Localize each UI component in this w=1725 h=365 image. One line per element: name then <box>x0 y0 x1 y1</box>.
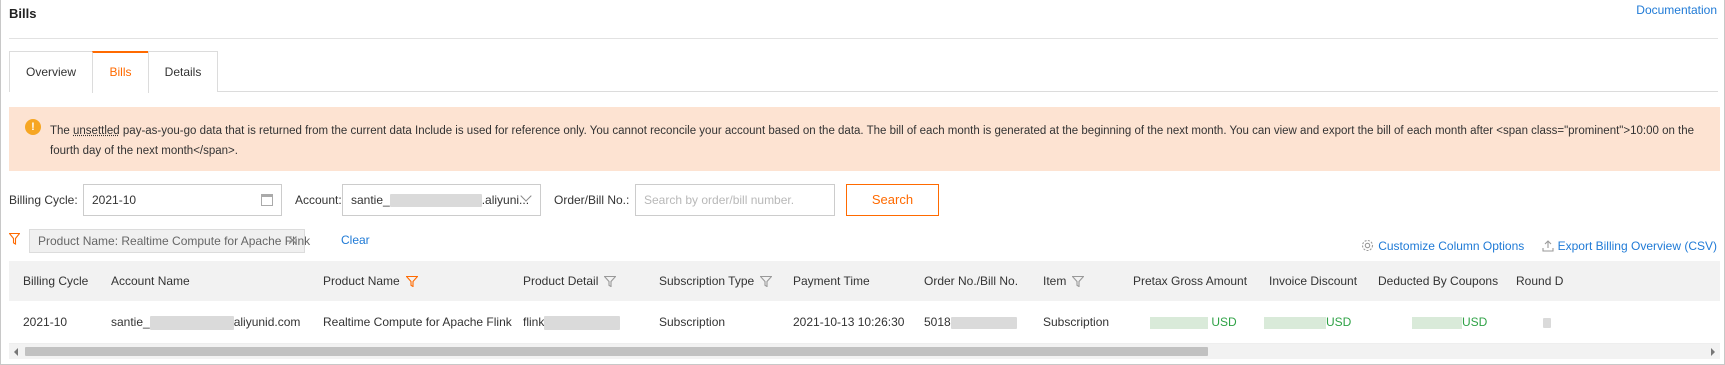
tab-bills[interactable]: Bills <box>92 51 149 93</box>
column-header-pretax-gross-amount: Pretax Gross Amount <box>1133 274 1248 288</box>
column-header-round-down: Round D <box>1516 274 1564 288</box>
notice-banner: ! The unsettled pay-as-you-go data that … <box>9 107 1720 171</box>
billing-cycle-input[interactable]: 2021-10 <box>83 184 282 216</box>
column-header-order-bill-no: Order No./Bill No. <box>924 274 1019 288</box>
search-button[interactable]: Search <box>846 184 939 216</box>
calendar-icon[interactable] <box>261 194 273 206</box>
account-label: Account: <box>295 193 342 207</box>
account-value-prefix: santie_ <box>351 193 390 207</box>
bills-table: Billing Cycle Account Name Product Name … <box>9 261 1720 344</box>
close-icon[interactable]: ✕ <box>287 230 298 252</box>
order-bill-label: Order/Bill No.: <box>554 193 630 207</box>
column-header-billing-cycle: Billing Cycle <box>23 274 89 288</box>
export-billing-overview-label: Export Billing Overview (CSV) <box>1557 239 1717 253</box>
horizontal-scrollbar[interactable] <box>9 344 1720 359</box>
export-icon <box>1542 240 1554 252</box>
notice-text: The unsettled pay-as-you-go data that is… <box>50 121 1704 161</box>
cell-coupon-currency: USD <box>1462 315 1488 329</box>
billing-cycle-value: 2021-10 <box>92 193 137 207</box>
redacted-order-number <box>950 316 1017 329</box>
redacted-amount <box>1412 316 1462 329</box>
customize-column-options-label: Customize Column Options <box>1378 239 1525 253</box>
active-filter-chip: Product Name: Realtime Compute for Apach… <box>29 229 310 253</box>
filter-icon[interactable] <box>1072 276 1085 288</box>
redacted-amount <box>1543 317 1551 328</box>
cell-item: Subscription <box>1043 315 1110 329</box>
redacted-amount <box>1150 316 1208 329</box>
column-header-payment-time: Payment Time <box>793 274 870 288</box>
column-header-product-name[interactable]: Product Name <box>323 261 418 301</box>
cell-subscription-type: Subscription <box>659 315 726 329</box>
tab-details[interactable]: Details <box>148 51 218 92</box>
filter-icon[interactable] <box>760 276 773 288</box>
cell-product-name: Realtime Compute for Apache Flink <box>323 315 512 329</box>
filter-icon[interactable] <box>604 276 617 288</box>
item-header-label: Item <box>1043 274 1067 288</box>
cell-account-prefix: santie_ <box>111 315 150 329</box>
cell-product-detail-prefix: flink <box>523 315 545 329</box>
customize-column-options-button[interactable]: Customize Column Options <box>1361 239 1524 253</box>
documentation-link[interactable]: Documentation <box>1636 3 1717 17</box>
column-header-product-detail[interactable]: Product Detail <box>523 261 617 301</box>
order-bill-search-input[interactable]: Search by order/bill number. <box>635 184 835 216</box>
filter-bar: Billing Cycle: 2021-10 Account: santie_.… <box>9 184 1049 216</box>
column-header-item[interactable]: Item <box>1043 261 1085 301</box>
cell-payment-time: 2021-10-13 10:26:30 <box>793 315 905 329</box>
column-header-account-name: Account Name <box>111 274 190 288</box>
cell-invoice-currency: USD <box>1326 315 1352 329</box>
cell-pretax-gross-amount: USD <box>1150 301 1237 344</box>
active-filter-chip-label: Product Name: Realtime Compute for Apach… <box>38 234 311 248</box>
cell-deducted-by-coupons: USD <box>1412 301 1487 344</box>
cell-order-bill-no[interactable]: 5018 <box>924 301 1017 344</box>
scrollbar-thumb[interactable] <box>25 347 1208 356</box>
column-header-invoice-discount: Invoice Discount <box>1269 274 1358 288</box>
export-billing-overview-button[interactable]: Export Billing Overview (CSV) <box>1542 239 1717 253</box>
cell-account-suffix: aliyunid.com <box>233 315 301 329</box>
redacted-account <box>389 194 482 208</box>
tab-bar: Overview Bills Details <box>9 51 1718 93</box>
table-row: 2021-10 santie_ aliyunid.com Realtime Com… <box>9 301 1720 344</box>
scroll-left-arrow-icon[interactable] <box>9 344 23 359</box>
filter-icon[interactable] <box>405 276 418 288</box>
cell-invoice-discount: USD <box>1264 301 1351 344</box>
notice-underlined-term: unsettled <box>73 125 120 137</box>
cell-order-prefix: 5018 <box>924 315 951 329</box>
notice-text-after: pay-as-you-go data that is returned from… <box>50 125 1695 157</box>
scroll-right-arrow-icon[interactable] <box>1706 344 1720 359</box>
page-title: Bills <box>9 6 37 21</box>
table-header: Billing Cycle Account Name Product Name … <box>9 261 1720 301</box>
table-toolbar: Customize Column Options Export Billing … <box>1347 239 1717 255</box>
column-header-subscription-type[interactable]: Subscription Type <box>659 261 773 301</box>
clear-filters-link[interactable]: Clear <box>341 233 370 247</box>
column-header-deducted-by-coupons: Deducted By Coupons <box>1378 274 1499 288</box>
cell-account-name: santie_ aliyunid.com <box>111 301 300 344</box>
account-select[interactable]: santie_ .aliyuni... <box>342 184 541 216</box>
cell-billing-cycle: 2021-10 <box>23 315 68 329</box>
redacted-product-detail <box>544 315 621 330</box>
filter-icon <box>8 232 21 248</box>
cell-pretax-currency: USD <box>1211 315 1237 329</box>
product-detail-header-label: Product Detail <box>523 274 599 288</box>
info-icon: ! <box>25 119 41 135</box>
cell-product-detail: flink <box>523 301 621 344</box>
product-name-header-label: Product Name <box>323 274 400 288</box>
redacted-amount <box>1264 316 1326 329</box>
redacted-account <box>149 315 234 330</box>
tab-overview[interactable]: Overview <box>9 51 93 92</box>
gear-icon <box>1362 239 1374 252</box>
title-divider <box>9 38 1718 39</box>
subscription-type-header-label: Subscription Type <box>659 274 755 288</box>
order-bill-placeholder: Search by order/bill number. <box>644 193 795 207</box>
cell-round-down <box>1543 301 1551 344</box>
notice-text-before: The <box>50 125 74 137</box>
billing-cycle-label: Billing Cycle: <box>9 193 78 207</box>
